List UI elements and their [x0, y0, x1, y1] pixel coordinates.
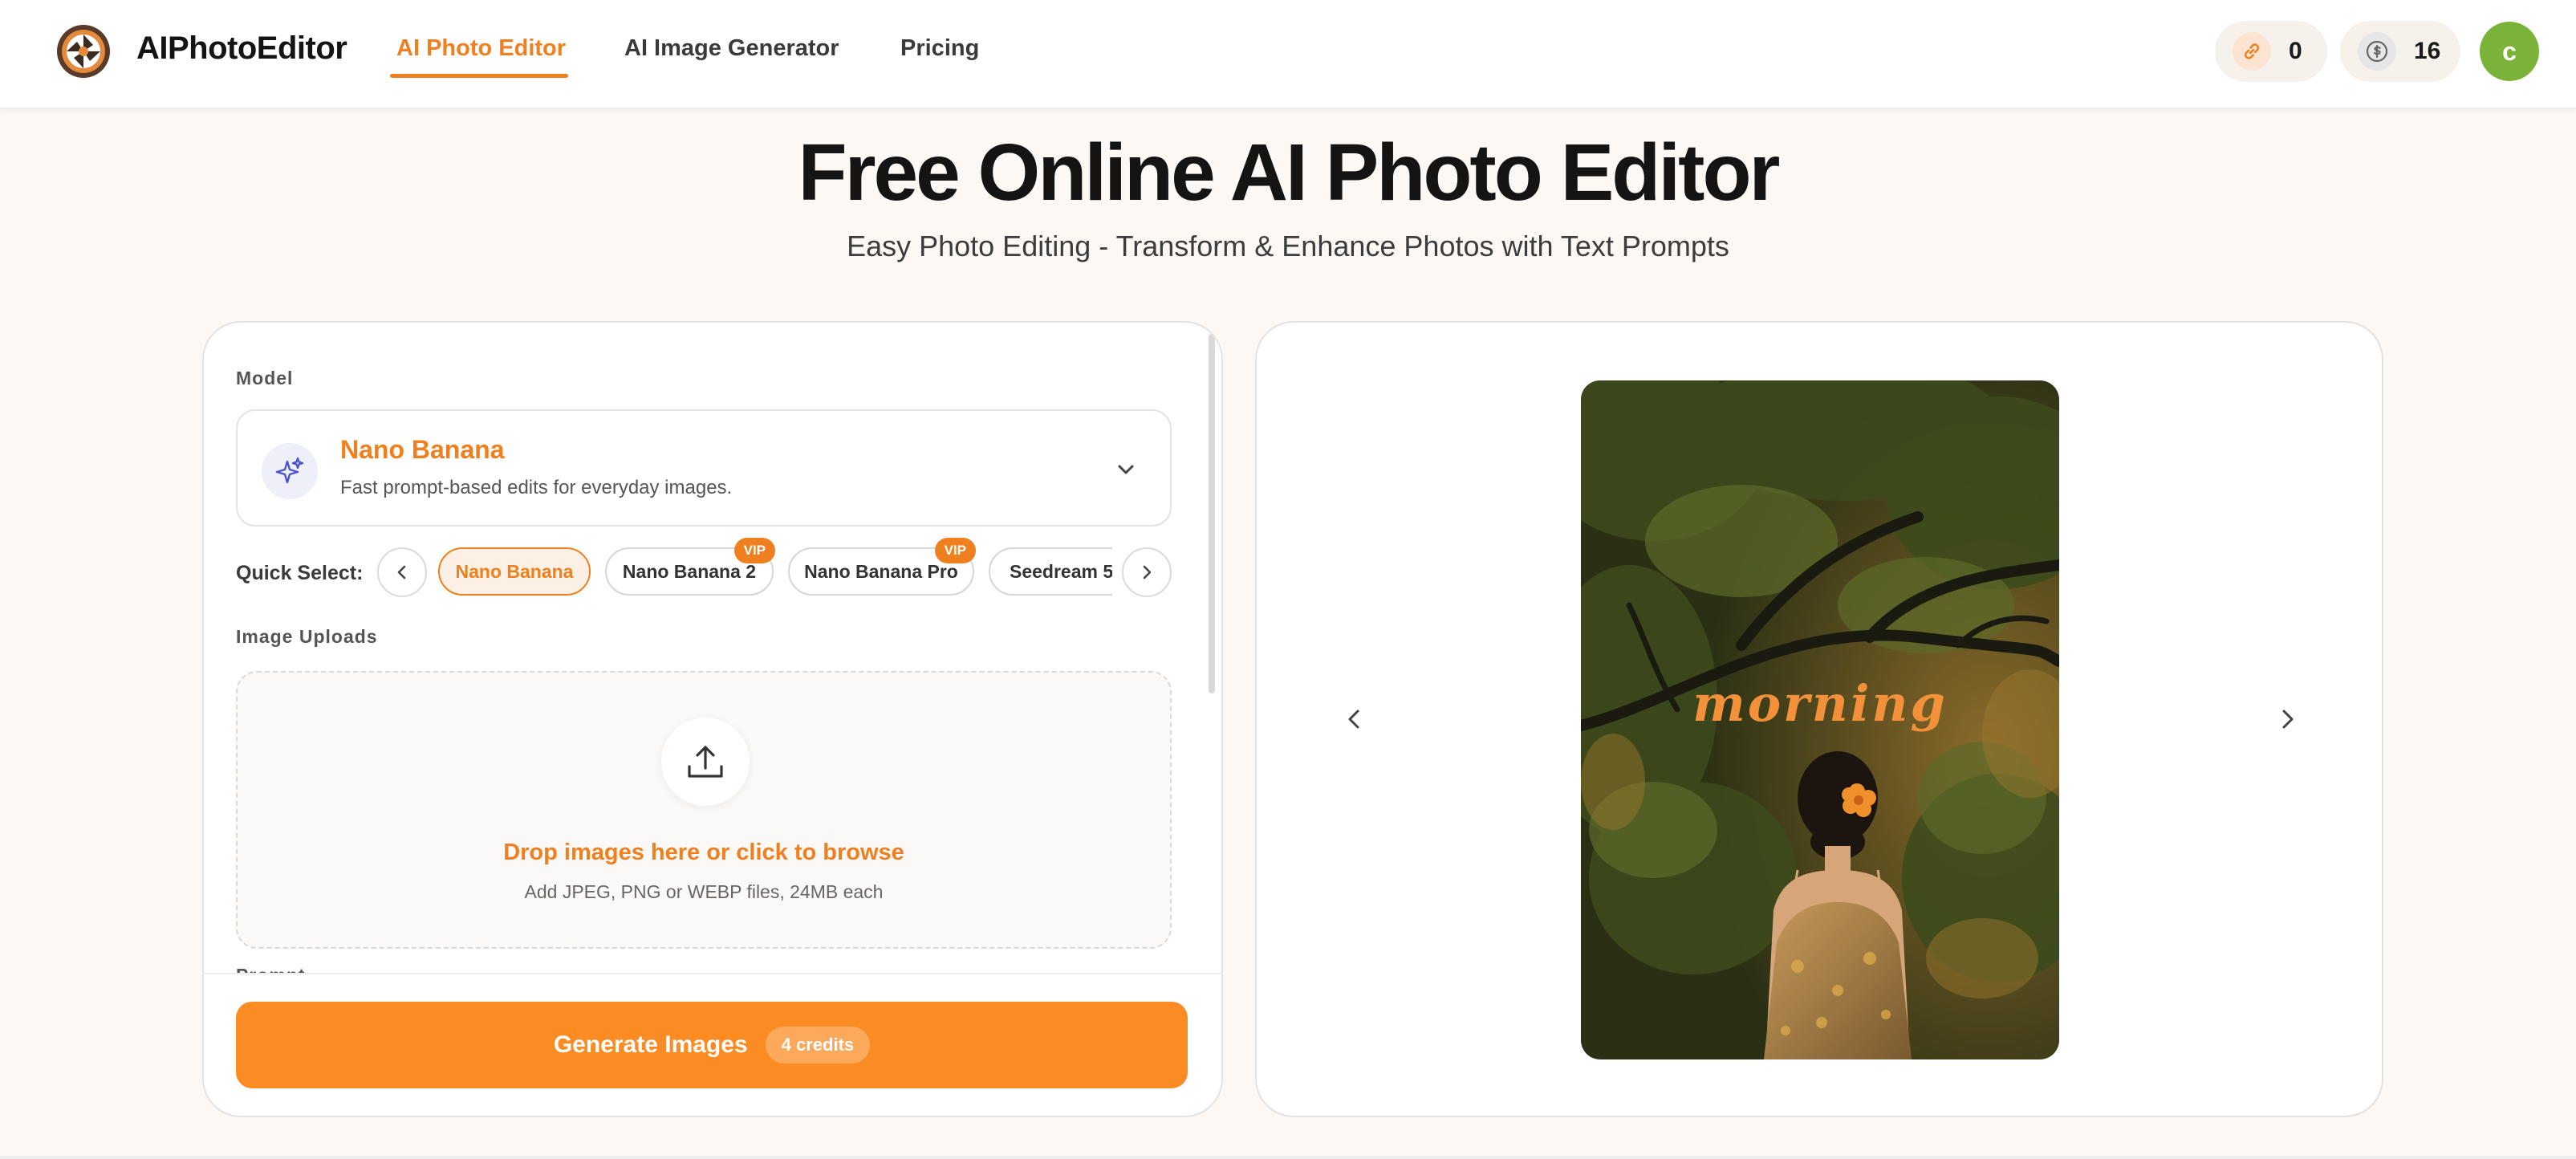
pill-label: Nano Banana Pro	[804, 560, 958, 582]
dropzone-title: Drop images here or click to browse	[503, 840, 904, 865]
chevron-right-icon	[1143, 565, 1152, 580]
top-navbar: AIPhotoEditor AI Photo Editor AI Image G…	[0, 0, 2576, 109]
editor-panel: Model Nano Banana Fast prompt-based edit…	[202, 321, 1223, 1117]
referral-chip[interactable]: 0	[2215, 21, 2327, 82]
preview-overlay-text: morning	[1692, 674, 1948, 733]
upload-icon	[661, 718, 750, 806]
panel-scrollbar[interactable]	[1209, 334, 1215, 1008]
credit-balance: 16	[2414, 38, 2441, 64]
referral-count: 0	[2289, 38, 2302, 64]
generate-label: Generate Images	[553, 1031, 748, 1058]
dropzone-subtitle: Add JPEG, PNG or WEBP files, 24MB each	[524, 881, 884, 902]
chevron-right-icon	[2282, 710, 2294, 729]
preview-panel: morning	[1255, 321, 2383, 1117]
brand-name[interactable]: AIPhotoEditor	[136, 31, 347, 67]
quick-select-nano-banana-2[interactable]: Nano Banana 2 VIP	[605, 538, 775, 596]
preview-prev-button[interactable]	[1331, 695, 1379, 743]
quick-select-nano-banana[interactable]: Nano Banana	[438, 547, 591, 596]
nav-ai-photo-editor[interactable]: AI Photo Editor	[396, 35, 566, 62]
pill-label: Nano Banana	[455, 560, 574, 582]
generate-images-button[interactable]: Generate Images 4 credits	[236, 1002, 1188, 1088]
link-icon	[2233, 32, 2271, 71]
quick-select-next-button[interactable]	[1122, 547, 1172, 597]
model-description: Fast prompt-based edits for everyday ima…	[340, 477, 733, 498]
generate-footer: Generate Images 4 credits	[204, 973, 1221, 1116]
camera-aperture-icon[interactable]	[56, 24, 111, 79]
image-dropzone[interactable]: Drop images here or click to browse Add …	[236, 671, 1172, 949]
credits-cost-badge: 4 credits	[765, 1027, 871, 1063]
quick-select-prev-button[interactable]	[377, 547, 427, 597]
vip-badge: VIP	[934, 538, 976, 563]
vip-badge: VIP	[733, 538, 775, 563]
model-selector[interactable]: Nano Banana Fast prompt-based edits for …	[236, 409, 1172, 527]
pill-label: Nano Banana 2	[622, 560, 757, 582]
chevron-down-icon	[1112, 456, 1140, 483]
quick-select-label: Quick Select:	[236, 562, 364, 584]
user-avatar[interactable]: c	[2480, 22, 2539, 81]
quick-select-list: Nano Banana Nano Banana 2 VIP Nano Banan…	[438, 531, 1112, 612]
chevron-left-icon	[1348, 710, 1359, 729]
panel-scrollbar-thumb[interactable]	[1209, 334, 1215, 693]
quick-select-seedream-5[interactable]: Seedream 5	[989, 547, 1112, 596]
nav-ai-image-generator[interactable]: AI Image Generator	[624, 35, 839, 62]
preview-next-button[interactable]	[2263, 695, 2311, 743]
image-uploads-label: Image Uploads	[236, 626, 378, 647]
model-name: Nano Banana	[340, 435, 505, 464]
nav-pricing[interactable]: Pricing	[900, 35, 979, 62]
credits-chip[interactable]: 16	[2340, 21, 2460, 82]
quick-select-nano-banana-pro[interactable]: Nano Banana Pro VIP	[788, 538, 976, 596]
sample-preview-image: morning	[1581, 380, 2059, 1059]
coin-icon	[2358, 32, 2396, 71]
active-nav-indicator	[390, 74, 568, 78]
page-subtitle: Easy Photo Editing - Transform & Enhance…	[847, 230, 1729, 262]
chevron-left-icon	[397, 565, 406, 580]
pill-label: Seedream 5	[1010, 560, 1112, 582]
sparkles-icon	[262, 443, 318, 499]
page-title: Free Online AI Photo Editor	[798, 128, 1781, 218]
page-bottom-divider	[0, 1156, 2576, 1159]
model-label: Model	[236, 368, 294, 388]
